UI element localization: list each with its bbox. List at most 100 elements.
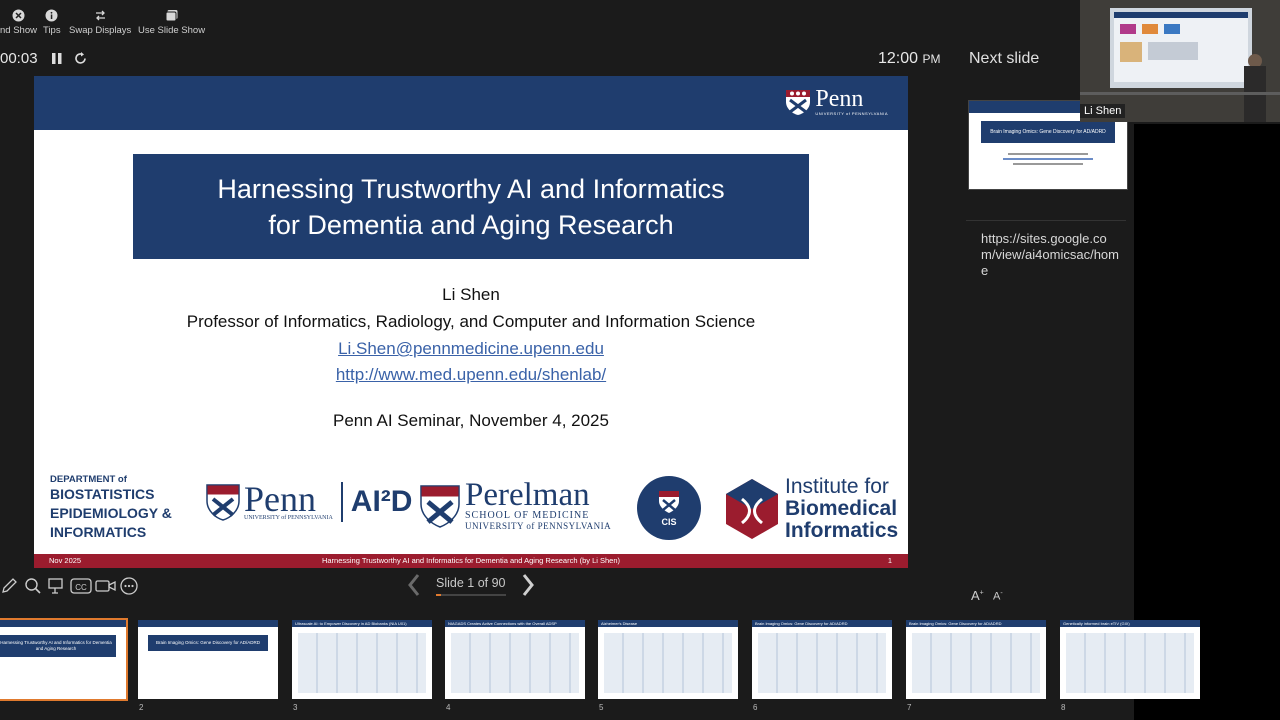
slide-progress-bar <box>436 594 506 596</box>
magnifier-icon <box>25 578 41 594</box>
clock: 12:00 PM <box>878 50 941 68</box>
pause-icon <box>52 53 62 64</box>
decrease-font-button[interactable]: A- <box>993 590 1003 603</box>
tips-button[interactable]: Tips <box>43 8 61 36</box>
subtitles-button[interactable]: CC <box>70 577 92 595</box>
timer-value: 00:03 <box>0 50 38 67</box>
chevron-left-icon <box>408 574 420 596</box>
thumbnail-content <box>912 633 1040 693</box>
tips-label: Tips <box>43 25 61 36</box>
thumbnail-header-bar <box>138 620 278 627</box>
ibi-line2: Biomedical <box>785 497 898 520</box>
ai2d-wordmark: AI²D <box>350 485 413 518</box>
pen-tool-button[interactable] <box>0 577 18 595</box>
thumbnail-title: Genetically informed brain eTIV (GIX) <box>1063 621 1130 626</box>
dept-line3: INFORMATICS <box>50 524 147 540</box>
swap-displays-button[interactable]: Swap Displays <box>69 8 131 36</box>
end-show-button[interactable]: nd Show <box>0 8 37 36</box>
thumbnail-title: Brain Imaging Omics: Gene Discovery for … <box>755 621 848 626</box>
author-email-link[interactable]: Li.Shen@pennmedicine.upenn.edu <box>338 339 604 358</box>
slide-thumbnail[interactable]: NIAGADS Creates Active Connections with … <box>445 620 585 699</box>
cis-shield-icon <box>659 490 679 513</box>
slide-thumbnail[interactable]: Brain Imaging Omics: Gene Discovery for … <box>138 620 278 699</box>
previous-slide-button[interactable] <box>406 572 422 604</box>
use-slideshow-button[interactable]: Use Slide Show <box>138 8 205 36</box>
perelman-shield-icon <box>420 484 460 528</box>
ibi-line1: Institute for <box>785 475 889 498</box>
perelman-line2: SCHOOL OF MEDICINE <box>465 510 590 521</box>
event-line: Penn AI Seminar, November 4, 2025 <box>333 411 609 430</box>
slide-thumbnail[interactable]: Harnessing Trustworthy AI and Informatic… <box>0 618 128 701</box>
camera-icon <box>95 580 116 592</box>
penn-wordmark-2: Penn <box>244 479 316 519</box>
ibi-hexagon-icon <box>726 479 778 539</box>
thumbnail-content <box>298 633 426 693</box>
thumbnail-content <box>758 633 886 693</box>
slide-thumbnail[interactable]: Ultrascale AI: to Empower Discovery in A… <box>292 620 432 699</box>
dept-line1: BIOSTATISTICS <box>50 486 155 502</box>
next-slide-label: Next slide <box>969 50 1040 67</box>
slide-thumbnail[interactable]: Brain Imaging Omics: Gene Discovery for … <box>752 620 892 699</box>
notes-divider <box>966 220 1126 221</box>
cis-logo: CIS <box>637 476 701 540</box>
slide-thumbnail-strip[interactable]: Harnessing Trustworthy AI and Informatic… <box>0 617 1200 720</box>
thumbnail-header-bar <box>0 620 126 627</box>
clock-ampm: PM <box>922 52 941 66</box>
zoom-button[interactable] <box>24 577 42 595</box>
next-slide-button[interactable] <box>520 572 536 604</box>
penn-logo: Penn UNIVERSITY of PENNSYLVANIA <box>785 86 888 116</box>
thumbnail-content <box>1066 633 1194 693</box>
dbei-logo: DEPARTMENT of BIOSTATISTICS EPIDEMIOLOGY… <box>50 474 172 542</box>
pause-button[interactable] <box>51 52 63 70</box>
ibi-logo: Institute for Biomedical Informatics <box>724 476 898 542</box>
elapsed-timer: 00:03 <box>0 50 38 67</box>
camera-button[interactable] <box>95 577 117 595</box>
slide-counter: Slide 1 of 90 <box>436 576 506 590</box>
perelman-logo: Perelman SCHOOL OF MEDICINE UNIVERSITY o… <box>420 477 612 531</box>
slide-thumbnail[interactable]: Genetically informed brain eTIV (GIX) <box>1060 620 1200 699</box>
swap-arrows-icon <box>93 8 107 22</box>
slideshow-icon <box>165 8 179 22</box>
thumbnail-number: 6 <box>753 703 758 712</box>
thumbnail-content <box>604 633 732 693</box>
footer-page: 1 <box>887 556 892 565</box>
restart-timer-button[interactable] <box>73 51 88 71</box>
penn-shield-icon <box>786 90 811 115</box>
clock-time: 12:00 <box>878 50 919 67</box>
increase-font-button[interactable]: A+ <box>971 588 984 603</box>
more-options-button[interactable] <box>120 577 138 595</box>
thumbnail-title: Harnessing Trustworthy AI and Informatic… <box>0 635 116 657</box>
slide-title-line1: Harnessing Trustworthy AI and Informatic… <box>217 173 725 204</box>
footer-title: Harnessing Trustworthy AI and Informatic… <box>321 556 621 565</box>
speaker-notes: https://sites.google.com/view/ai4omicsac… <box>981 231 1119 278</box>
slide-footer: Nov 2025 Harnessing Trustworthy AI and I… <box>34 554 908 568</box>
close-circle-icon <box>11 8 25 22</box>
thumbnail-title: Brain Imaging Omics: Gene Discovery for … <box>909 621 1002 626</box>
cc-icon: CC <box>70 578 92 594</box>
thumbnail-title: Ultrascale AI: to Empower Discovery in A… <box>295 621 407 626</box>
perelman-line3: UNIVERSITY of PENNSYLVANIA <box>465 521 612 531</box>
thumbnail-title: Brain Imaging Omics: Gene Discovery for … <box>148 635 268 651</box>
thumbnail-content <box>451 633 579 693</box>
swap-displays-label: Swap Displays <box>69 25 132 36</box>
slide-thumbnail[interactable]: Brain Imaging Omics: Gene Discovery for … <box>906 620 1046 699</box>
penn-wordmark: Penn <box>815 86 864 112</box>
ibi-line3: Informatics <box>785 519 899 542</box>
see-all-slides-button[interactable] <box>47 577 65 595</box>
increase-font-label: A <box>971 588 980 603</box>
author-role: Professor of Informatics, Radiology, and… <box>186 312 756 331</box>
end-show-label: nd Show <box>0 25 37 36</box>
penn-subtitle-2: UNIVERSITY of PENNSYLVANIA <box>244 515 333 521</box>
restart-icon <box>75 52 86 64</box>
lab-url-link[interactable]: http://www.med.upenn.edu/shenlab/ <box>336 365 606 384</box>
presenter-pointer-icon <box>48 578 63 594</box>
thumbnail-number: 8 <box>1061 703 1066 712</box>
dept-line2: EPIDEMIOLOGY & <box>50 505 172 521</box>
dept-line0: DEPARTMENT of <box>50 474 127 485</box>
current-slide[interactable]: Penn UNIVERSITY of PENNSYLVANIA Harnessi… <box>34 76 908 568</box>
thumbnail-number: 4 <box>446 703 451 712</box>
slide-thumbnail[interactable]: Alzheimer's Disease <box>598 620 738 699</box>
thumbnail-number: 7 <box>907 703 912 712</box>
thumbnail-number: 3 <box>293 703 298 712</box>
perelman-wordmark: Perelman <box>465 477 590 513</box>
